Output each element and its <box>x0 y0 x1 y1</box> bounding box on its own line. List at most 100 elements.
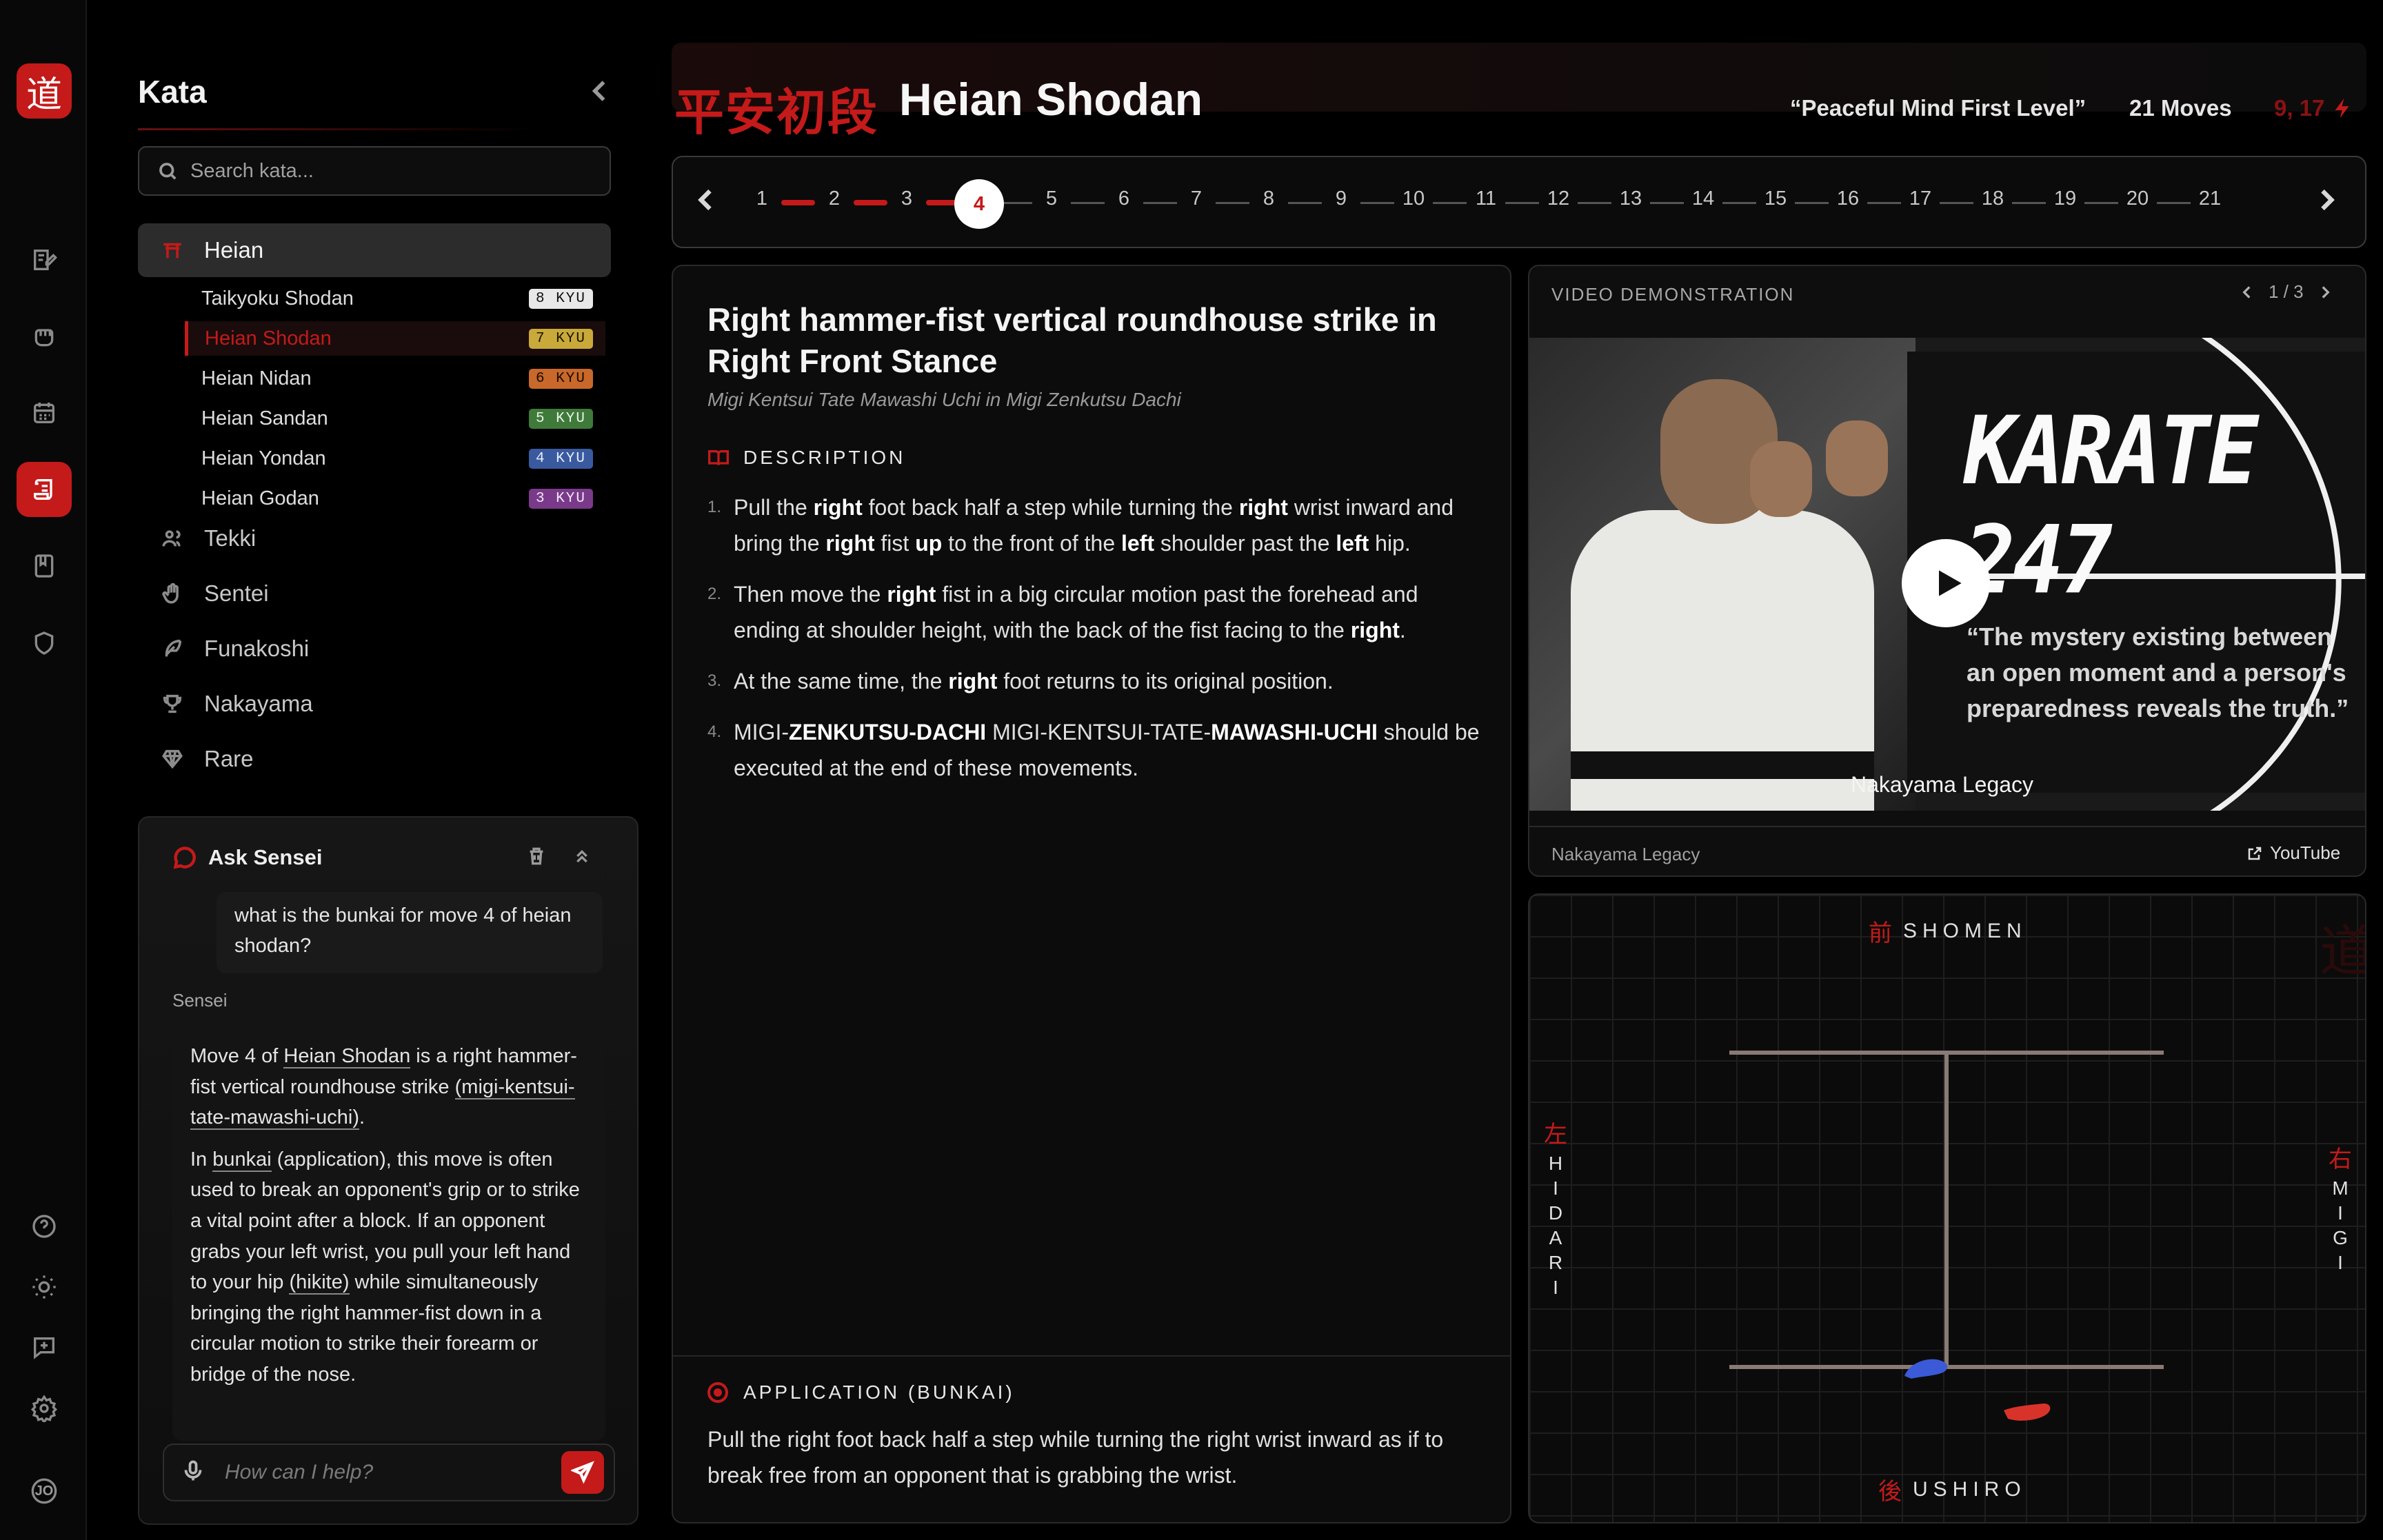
calendar-icon[interactable] <box>23 392 66 434</box>
move-step[interactable]: 7 <box>1179 188 1214 210</box>
send-button[interactable] <box>561 1451 604 1494</box>
group-tekki[interactable]: Tekki <box>138 511 611 565</box>
move-step[interactable]: 9 <box>1324 188 1358 210</box>
kyu-badge: 5 KYU <box>528 408 593 429</box>
move-title: Right hammer-fist vertical roundhouse st… <box>707 301 1437 379</box>
move-step[interactable]: 20 <box>2120 188 2155 210</box>
move-step[interactable]: 5 <box>1034 188 1069 210</box>
description-label: DESCRIPTION <box>743 447 906 468</box>
back-label: USHIRO <box>1913 1477 2027 1501</box>
previous-move-button[interactable] <box>691 185 725 219</box>
search-input[interactable] <box>190 159 576 183</box>
group-nakayama[interactable]: Nakayama <box>138 677 611 731</box>
description-step: 3. At the same time, the right foot retur… <box>707 663 1480 699</box>
move-detail-panel: Right hammer-fist vertical roundhouse st… <box>672 265 1511 1523</box>
search-box[interactable] <box>138 146 611 196</box>
collapse-sidebar-button[interactable] <box>585 76 615 106</box>
thumbnail-title: KARATE 247 <box>1964 396 2259 616</box>
kata-item[interactable]: Heian Godan 3 KYU <box>185 481 605 516</box>
kyu-badge: 6 KYU <box>528 368 593 389</box>
move-step[interactable]: 11 <box>1469 188 1503 210</box>
kata-item[interactable]: Heian Sandan 5 KYU <box>185 401 605 436</box>
trash-icon <box>530 847 543 865</box>
move-step[interactable]: 8 <box>1251 188 1286 210</box>
kata-name: Heian Yondan <box>201 447 326 469</box>
microphone-button[interactable] <box>181 1459 208 1486</box>
step-text: MIGI-ZENKUTSU-DACHI MIGI-KENTSUI-TATE-MA… <box>734 720 1480 780</box>
step-number: 2. <box>707 585 722 603</box>
answer-link[interactable]: bunkai <box>212 1148 272 1172</box>
move-step[interactable]: 6 <box>1107 188 1141 210</box>
group-sentei[interactable]: Sentei <box>138 567 611 620</box>
group-label: Funakoshi <box>204 636 310 661</box>
move-step[interactable]: 16 <box>1831 188 1865 210</box>
move-stepper: 1 2 3 4 5 6 7 8 9 10 11 12 13 14 15 16 17 18 19 20 21 <box>672 156 2366 248</box>
move-step-current[interactable]: 4 <box>954 179 1004 229</box>
collapse-chat-button[interactable] <box>571 845 596 870</box>
move-step[interactable]: 12 <box>1541 188 1576 210</box>
left-foot-marker <box>1904 1359 1948 1379</box>
chevron-left-icon[interactable] <box>2238 283 2256 301</box>
trophy-icon <box>159 690 186 718</box>
step-connector <box>1650 202 1684 204</box>
sensei-title: Ask Sensei <box>208 845 323 869</box>
description-steps: 1. Pull the right foot back half a step w… <box>707 489 1480 801</box>
edit-note-icon[interactable] <box>23 239 66 281</box>
group-label: Tekki <box>204 525 257 551</box>
move-step[interactable]: 13 <box>1613 188 1648 210</box>
section-divider <box>673 1355 1510 1357</box>
title-underline <box>138 128 538 130</box>
move-subtitle: Migi Kentsui Tate Mawashi Uchi in Migi Z… <box>707 389 1181 410</box>
move-step[interactable]: 19 <box>2048 188 2082 210</box>
app-logo[interactable]: 道 <box>17 63 72 119</box>
move-step[interactable]: 2 <box>817 188 852 210</box>
direction-back: 後 USHIRO <box>1878 1472 2027 1506</box>
book-icon[interactable] <box>23 545 66 587</box>
group-heian[interactable]: Heian <box>138 223 611 277</box>
kata-item[interactable]: Heian Shodan 7 KYU <box>185 321 605 356</box>
video-thumbnail[interactable]: KARATE 247 “The mystery existing between… <box>1529 338 2365 811</box>
hand-icon <box>159 580 186 607</box>
scroll-icon[interactable] <box>17 462 72 517</box>
avatar-initials: JO <box>34 1483 54 1499</box>
chat-input[interactable] <box>225 1461 561 1484</box>
icon-rail: 道 JO <box>0 0 87 1540</box>
group-rare[interactable]: Rare <box>138 732 611 786</box>
next-move-button[interactable] <box>2311 185 2346 219</box>
add-chat-icon[interactable] <box>23 1326 66 1369</box>
chevron-right-icon[interactable] <box>2316 283 2334 301</box>
chevron-left-icon <box>698 189 712 211</box>
youtube-link[interactable]: YouTube <box>2246 842 2340 864</box>
move-step[interactable]: 18 <box>1975 188 2010 210</box>
direction-letter: R <box>1548 1252 1563 1273</box>
play-button[interactable] <box>1902 539 1990 627</box>
help-icon[interactable] <box>23 1205 66 1248</box>
step-connector <box>2157 202 2191 204</box>
move-step[interactable]: 10 <box>1396 188 1431 210</box>
move-step[interactable]: 3 <box>889 188 924 210</box>
direction-letter: I <box>1553 1177 1558 1199</box>
fist-icon[interactable] <box>23 316 66 358</box>
move-step[interactable]: 15 <box>1758 188 1793 210</box>
step-connector <box>781 200 815 205</box>
sun-icon[interactable] <box>23 1266 66 1308</box>
group-funakoshi[interactable]: Funakoshi <box>138 622 611 676</box>
kata-sidebar: Kata Heian Taikyoku Shodan 8 KYU Heian Sho… <box>109 43 640 1525</box>
kyu-badge: 8 KYU <box>528 288 593 309</box>
gem-icon <box>159 745 186 773</box>
move-step[interactable]: 1 <box>745 188 779 210</box>
kata-item[interactable]: Heian Nidan 6 KYU <box>185 361 605 396</box>
avatar[interactable]: JO <box>23 1470 66 1512</box>
kata-kanji: 平安初段 <box>674 83 879 141</box>
move-step[interactable]: 21 <box>2193 188 2227 210</box>
move-step[interactable]: 14 <box>1686 188 1720 210</box>
kata-item[interactable]: Taikyoku Shodan 8 KYU <box>185 281 605 316</box>
answer-link[interactable]: Heian Shodan <box>283 1045 411 1068</box>
clear-chat-button[interactable] <box>525 845 550 870</box>
kata-item[interactable]: Heian Yondan 4 KYU <box>185 441 605 476</box>
answer-term[interactable]: (hikite) <box>289 1271 350 1295</box>
shield-icon[interactable] <box>23 622 66 665</box>
settings-icon[interactable] <box>23 1387 66 1430</box>
step-connector <box>2084 202 2118 204</box>
move-step[interactable]: 17 <box>1903 188 1938 210</box>
